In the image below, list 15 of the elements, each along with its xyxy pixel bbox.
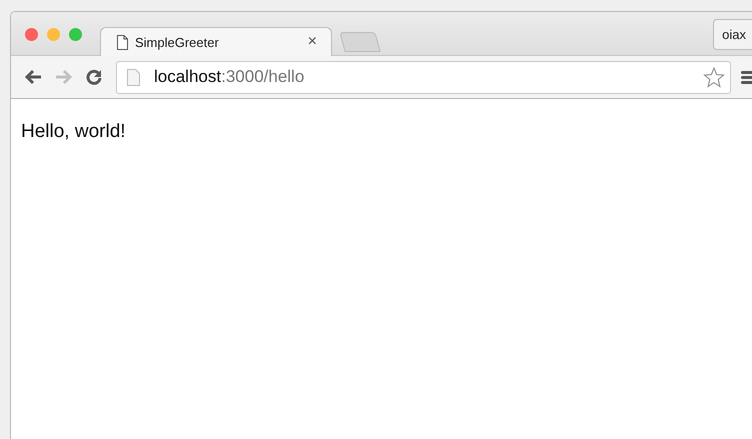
page-icon xyxy=(127,68,140,86)
profile-button[interactable]: oiax xyxy=(713,19,752,50)
zoom-window-button[interactable] xyxy=(69,28,82,41)
star-icon[interactable] xyxy=(703,66,725,88)
minimize-window-button[interactable] xyxy=(47,28,60,41)
close-window-button[interactable] xyxy=(25,28,38,41)
page-text: Hello, world! xyxy=(21,121,127,143)
address-bar[interactable]: localhost:3000/hello xyxy=(116,60,731,94)
browser-tab[interactable]: SimpleGreeter × xyxy=(100,27,332,56)
new-tab-button[interactable] xyxy=(339,32,381,52)
menu-icon[interactable] xyxy=(741,69,752,85)
page-icon xyxy=(117,34,128,50)
close-tab-button[interactable]: × xyxy=(308,33,317,51)
reload-icon[interactable] xyxy=(86,69,102,85)
back-icon[interactable] xyxy=(24,69,42,85)
